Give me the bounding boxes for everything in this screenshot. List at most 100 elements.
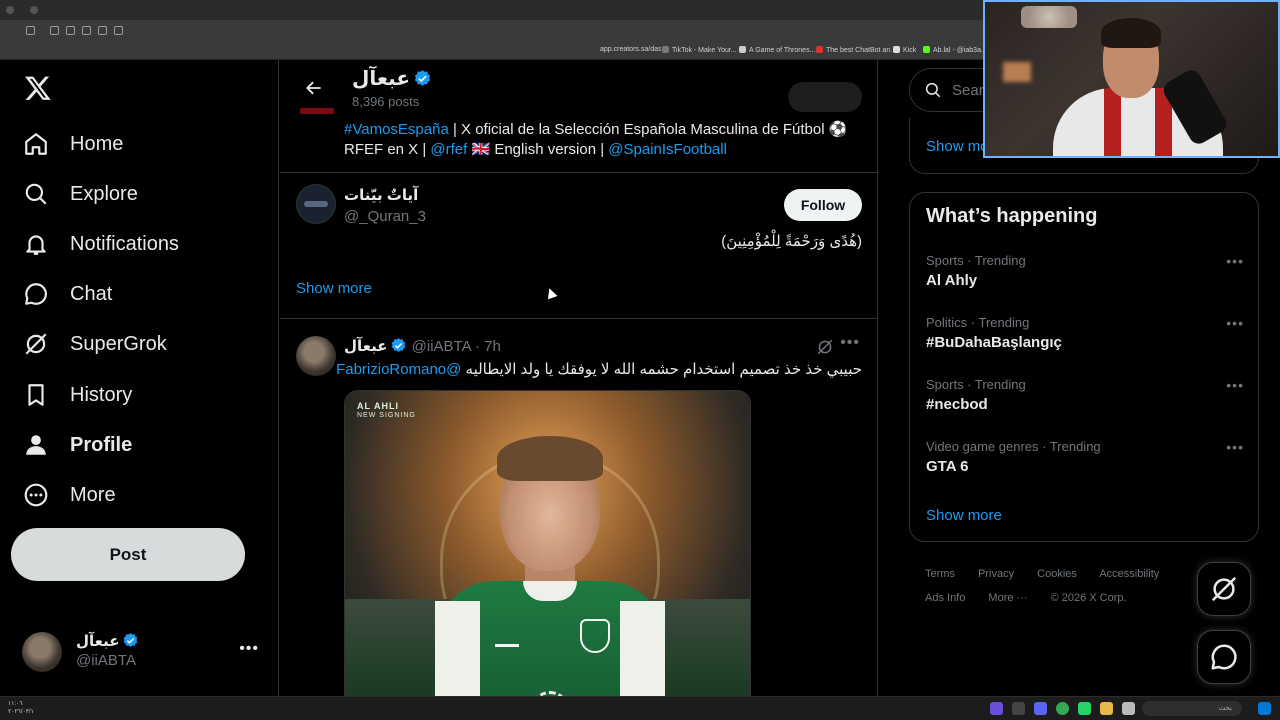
nav-more[interactable]: More xyxy=(22,475,116,515)
star-icon[interactable] xyxy=(50,26,59,35)
bookmark-item[interactable]: Kick xyxy=(893,46,916,54)
trend-item[interactable]: Sports · Trending Al Ahly ••• xyxy=(926,253,1244,303)
x-logo-icon[interactable] xyxy=(24,74,52,102)
avatar[interactable] xyxy=(296,336,336,376)
nav-label: More xyxy=(70,483,116,506)
footer-link-accessibility[interactable]: Accessibility xyxy=(1099,568,1159,580)
more-dots-icon[interactable]: ••• xyxy=(239,640,259,658)
app-icon[interactable] xyxy=(1122,702,1135,715)
tweet-media-image[interactable]: AL AHLI NEW SIGNING xyxy=(344,390,751,696)
nav-home[interactable]: Home xyxy=(22,124,123,164)
bio-text: 🇬🇧 English version | xyxy=(467,141,609,158)
tweet-author-handle[interactable]: @iiABTA xyxy=(412,338,471,355)
account-handle: @iiABTA xyxy=(76,652,136,669)
nav-history[interactable]: History xyxy=(22,375,132,415)
nav-label: History xyxy=(70,383,133,406)
left-navigation: Home Explore Notifications Chat SuperGro… xyxy=(0,60,279,696)
window-close-icon[interactable] xyxy=(6,6,14,14)
back-arrow-icon[interactable] xyxy=(296,70,332,106)
reload-icon[interactable] xyxy=(66,26,75,35)
mention-link[interactable]: @FabrizioRomano xyxy=(336,361,461,378)
chat-icon xyxy=(22,280,50,308)
trend-item[interactable]: Video game genres · Trending GTA 6 ••• xyxy=(926,439,1244,489)
taskbar-search[interactable]: بحث xyxy=(1142,701,1242,716)
extension-icon[interactable] xyxy=(26,26,35,35)
chat-icon xyxy=(1211,644,1237,670)
grok-icon[interactable] xyxy=(816,338,834,356)
taskbar-clock[interactable]: ١١:٠٦ ٢٠٢٦/٠٣/١ xyxy=(8,700,34,716)
tweet-time[interactable]: · 7h xyxy=(471,338,501,355)
os-taskbar: ١١:٠٦ ٢٠٢٦/٠٣/١ بحث xyxy=(0,696,1280,720)
media-tag: NEW SIGNING xyxy=(357,412,416,419)
mention-link[interactable]: @SpainIsFootball xyxy=(608,141,727,158)
blurred-button[interactable] xyxy=(788,82,862,112)
tweet-header: عبعآل @iiABTA · 7h xyxy=(344,337,501,355)
screen-icon[interactable] xyxy=(114,26,123,35)
bookmark-item[interactable]: Ab.lal - @iab3a... xyxy=(923,46,987,54)
trend-item[interactable]: Politics · Trending #BuDahaBaşlangıç ••• xyxy=(926,315,1244,365)
footer-link-ads-info[interactable]: Ads Info xyxy=(925,592,965,604)
back-highlight xyxy=(300,108,334,114)
bookmark-icon xyxy=(22,381,50,409)
lamp-graphic xyxy=(1021,6,1077,28)
mention-link[interactable]: @rfef xyxy=(430,141,467,158)
messages-floating-button[interactable] xyxy=(1197,630,1251,684)
trend-context: Video game genres · Trending xyxy=(926,439,1101,454)
bookmark-item[interactable]: The best ChatBot an... xyxy=(816,46,896,54)
nav-explore[interactable]: Explore xyxy=(22,174,138,214)
bookmark-item[interactable]: TikTok - Make Your... xyxy=(662,46,737,54)
trend-topic: #necbod xyxy=(926,396,988,413)
profile-post-count: 8,396 posts xyxy=(352,94,420,109)
divider xyxy=(280,172,877,173)
trend-topic: Al Ahly xyxy=(926,272,978,289)
whatsapp-icon[interactable] xyxy=(1078,702,1091,715)
nav-supergrok[interactable]: SuperGrok xyxy=(22,324,167,364)
hashtag-link[interactable]: #VamosEspaña xyxy=(344,121,449,138)
more-dots-icon[interactable]: ••• xyxy=(1226,439,1244,455)
bookmark-item[interactable]: A Game of Thrones... xyxy=(739,46,815,54)
nav-profile[interactable]: Profile xyxy=(22,425,132,465)
profile-header: عبعآل 8,396 posts xyxy=(280,60,877,114)
bookmark-item[interactable]: app.creators.sa/das... xyxy=(600,46,667,53)
account-switcher[interactable]: عبعآل @iiABTA ••• xyxy=(22,630,267,674)
nav-notifications[interactable]: Notifications xyxy=(22,224,179,264)
window-minimize-icon[interactable] xyxy=(30,6,38,14)
trend-item[interactable]: Sports · Trending #necbod ••• xyxy=(926,377,1244,427)
footer-link-terms[interactable]: Terms xyxy=(925,568,955,580)
clock-time: ١١:٠٦ xyxy=(8,701,23,707)
tweet[interactable]: عبعآل @iiABTA · 7h ••• حبيبي خذ خذ تصميم… xyxy=(280,320,877,696)
app-icon[interactable] xyxy=(1012,702,1025,715)
more-dots-icon[interactable]: ••• xyxy=(840,334,860,352)
show-more-link[interactable]: Show more xyxy=(296,280,372,297)
folder-icon[interactable] xyxy=(1100,702,1113,715)
divider xyxy=(280,318,877,319)
footer-link-more[interactable]: More ··· xyxy=(988,592,1027,604)
jersey-sleeve xyxy=(620,601,665,696)
more-dots-icon[interactable]: ••• xyxy=(1226,377,1244,393)
footer-links: Terms Privacy Cookies Accessibility Ads … xyxy=(925,562,1225,610)
follow-button[interactable]: Follow xyxy=(784,189,862,221)
more-dots-icon[interactable]: ••• xyxy=(1226,253,1244,269)
post-button[interactable]: Post xyxy=(11,528,245,581)
discord-icon[interactable] xyxy=(1034,702,1047,715)
nav-label: SuperGrok xyxy=(70,332,167,355)
more-dots-icon[interactable]: ••• xyxy=(1226,315,1244,331)
avatar xyxy=(296,184,336,224)
nav-chat[interactable]: Chat xyxy=(22,274,112,314)
share-icon[interactable] xyxy=(98,26,107,35)
nav-label: Home xyxy=(70,132,124,155)
show-more-link[interactable]: Show more xyxy=(926,507,1002,524)
footer-link-cookies[interactable]: Cookies xyxy=(1037,568,1077,580)
grok-floating-button[interactable] xyxy=(1197,562,1251,616)
trend-context: Politics · Trending xyxy=(926,315,1030,330)
footer-link-privacy[interactable]: Privacy xyxy=(978,568,1014,580)
zoom-icon[interactable] xyxy=(82,26,91,35)
windows-start-icon[interactable] xyxy=(1258,702,1271,715)
app-icon[interactable] xyxy=(990,702,1003,715)
grok-icon xyxy=(1211,576,1237,602)
search-icon xyxy=(925,82,941,98)
chrome-icon[interactable] xyxy=(1056,702,1069,715)
tweet-author-name[interactable]: عبعآل xyxy=(344,338,387,355)
bio-text: | X oficial de la Selección Española Mas… xyxy=(448,121,848,138)
verified-badge-icon xyxy=(124,633,138,647)
